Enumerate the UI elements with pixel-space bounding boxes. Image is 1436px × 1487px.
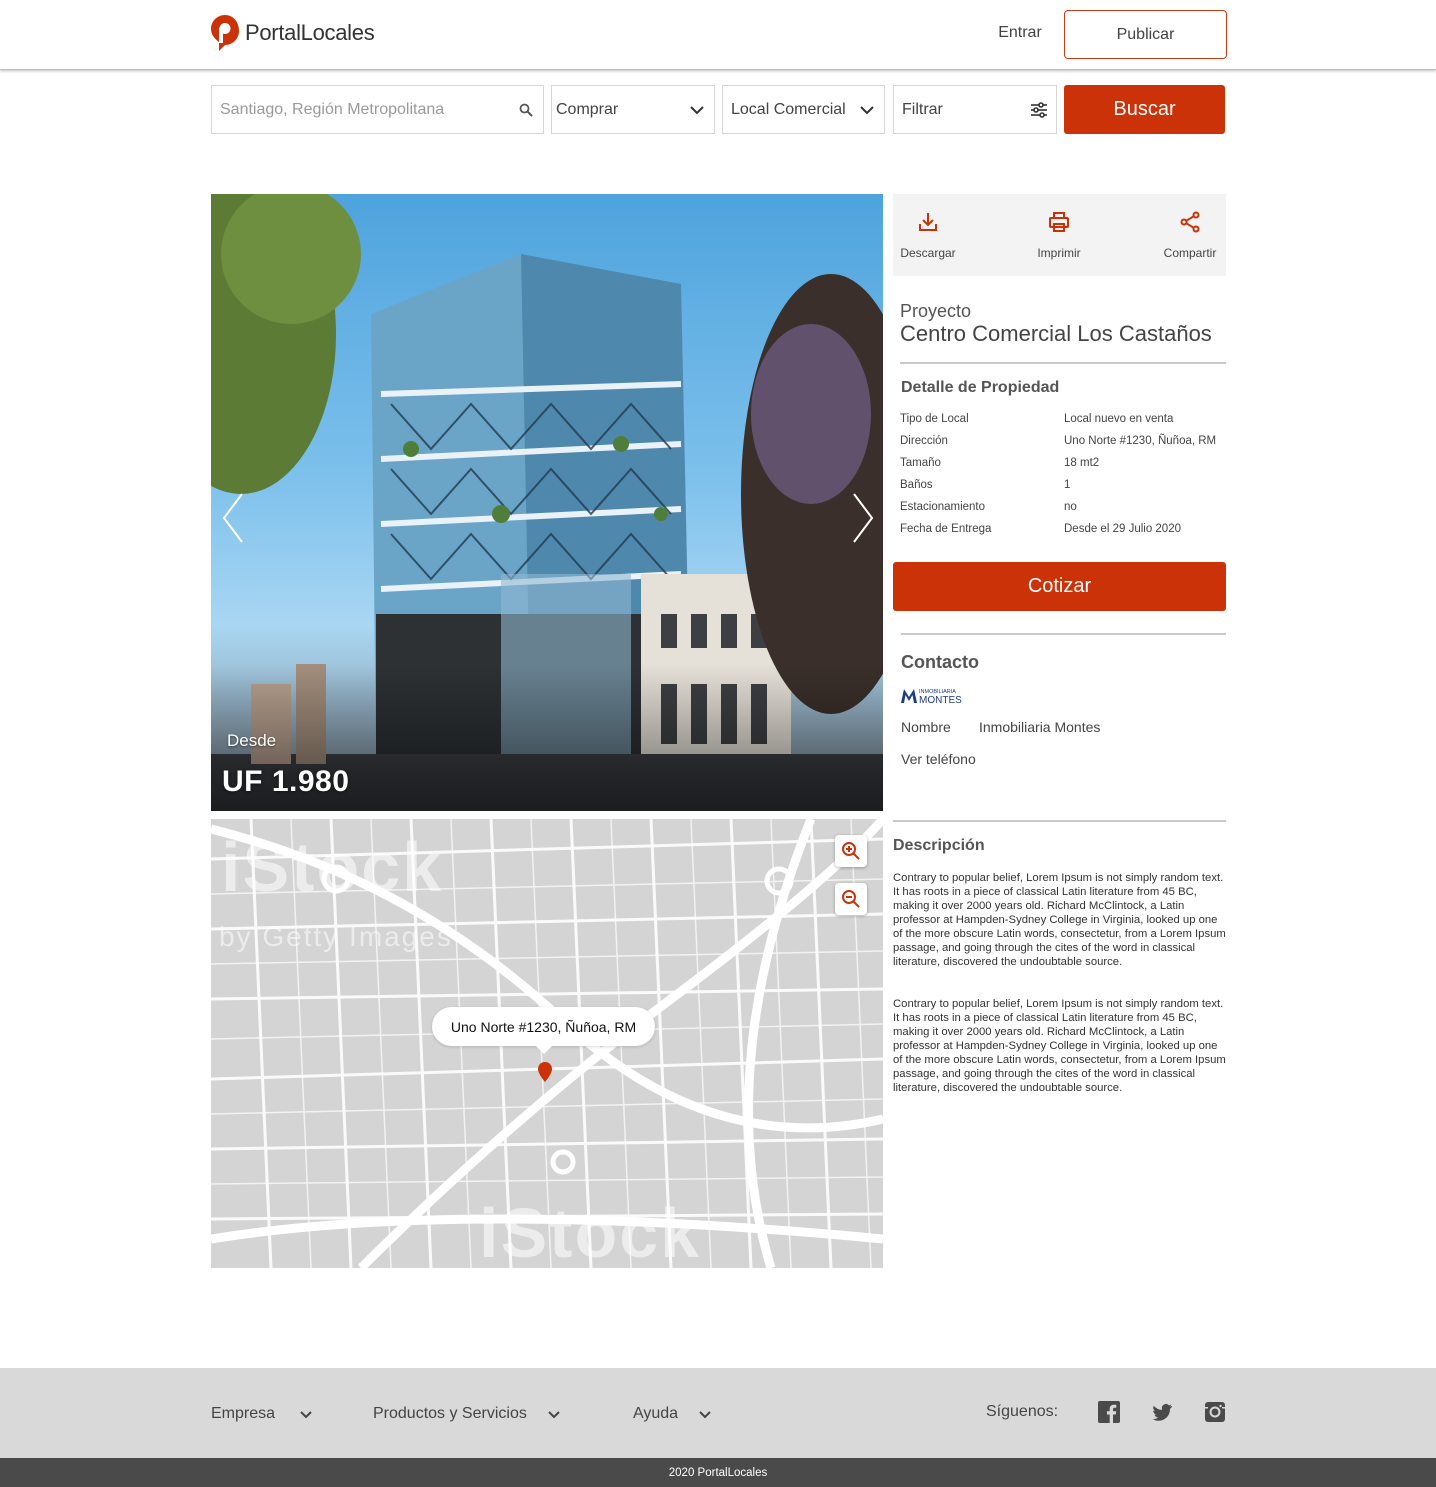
project-title: Centro Comercial Los Castaños [900,321,1212,346]
chevron-down-icon [688,101,706,119]
detail-row: Fecha de Entrega Desde el 29 Julio 2020 [900,523,1226,543]
contact-title: Contacto [901,652,979,672]
map-watermark: iStock [221,828,444,906]
portallocales-logo[interactable]: PortalLocales [211,15,375,51]
chevron-down-icon [858,101,876,119]
map-pin-icon[interactable] [538,1062,552,1082]
details-title: Detalle de Propiedad [901,379,1060,396]
zoom-out-icon [842,890,860,908]
detail-row: Dirección Uno Norte #1230, Ñuñoa, RM [900,435,1226,455]
map-watermark: iStock [479,1194,702,1268]
property-type-value: Local Comercial [731,100,846,118]
chevron-down-icon [699,1411,711,1419]
footer-menu-ayuda[interactable]: Ayuda [633,1405,712,1423]
show-phone-link[interactable]: Ver teléfono [901,751,976,767]
zoom-out-button[interactable] [835,883,867,915]
share-button[interactable]: Compartir [1160,194,1220,276]
location-pin-logo-icon [211,15,239,51]
detail-value: Uno Norte #1230, Ñuñoa, RM [1064,435,1217,447]
follow-label: Síguenos: [986,1403,1059,1420]
quote-button[interactable]: Cotizar [893,562,1226,611]
detail-key: Tamaño [900,457,941,469]
detail-key: Dirección [900,435,948,447]
project-label: Proyecto [900,301,972,321]
print-label: Imprimir [1037,246,1081,260]
map-address-bubble: Uno Norte #1230, Ñuñoa, RM [432,1007,655,1046]
print-button[interactable]: Imprimir [1029,194,1089,276]
search-icon [517,101,535,119]
divider [893,820,1226,822]
filter-button[interactable]: Filtrar [893,85,1057,134]
next-photo-icon[interactable] [848,490,878,546]
previous-photo-icon[interactable] [218,490,248,546]
instagram-icon[interactable] [1204,1401,1226,1423]
detail-value: 18 mt2 [1064,457,1100,469]
map-watermark-sub: by Getty Images [219,921,453,952]
listing-actions: Descargar Imprimir Compartir [893,194,1226,276]
building-illustration [211,194,883,811]
login-link[interactable]: Entrar [990,24,1050,42]
filter-label: Filtrar [902,100,943,118]
description-title: Descripción [893,837,985,854]
operation-select[interactable]: Comprar [551,85,715,134]
download-icon [919,213,937,231]
price-value: UF 1.980 [222,765,350,798]
search-button[interactable]: Buscar [1064,85,1225,134]
footer-menu-productos[interactable]: Productos y Servicios [373,1405,561,1423]
location-placeholder: Santiago, Región Metropolitana [220,100,445,118]
footer-menu-label: Empresa [211,1405,276,1422]
property-type-select[interactable]: Local Comercial [722,85,885,134]
description-paragraph: Contrary to popular belief, Lorem Ipsum … [893,872,1226,968]
detail-value: no [1064,501,1077,513]
detail-value: Desde el 29 Julio 2020 [1064,523,1181,535]
share-label: Compartir [1163,246,1217,260]
publish-button[interactable]: Publicar [1064,10,1227,59]
zoom-in-button[interactable] [835,835,867,867]
detail-value: 1 [1064,479,1071,491]
detail-key: Estacionamiento [900,501,986,513]
detail-row: Tipo de Local Local nuevo en venta [900,413,1226,433]
twitter-icon[interactable] [1151,1401,1173,1423]
detail-row: Baños 1 [900,479,1226,499]
divider [901,633,1226,635]
chevron-down-icon [300,1411,312,1419]
agency-logo-name: MONTES [919,695,962,706]
operation-value: Comprar [556,100,619,118]
footer-menu-label: Ayuda [633,1405,679,1422]
share-icon [1180,211,1200,233]
detail-key: Tipo de Local [900,413,969,425]
contact-name-value: Inmobiliaria Montes [979,719,1101,735]
property-photo[interactable] [211,194,883,811]
footer-menu-empresa[interactable]: Empresa [211,1405,313,1423]
download-label: Descargar [900,246,956,260]
agency-logo: INMOBILIARIA MONTES [900,686,972,706]
detail-key: Baños [900,479,933,491]
location-search-input[interactable]: Santiago, Región Metropolitana [211,85,544,134]
brand-name: PortalLocales [245,20,375,45]
footer-menu-label: Productos y Servicios [373,1405,527,1422]
detail-row: Tamaño 18 mt2 [900,457,1226,477]
sliders-icon [1030,101,1048,119]
zoom-in-icon [842,842,860,860]
divider [900,362,1226,364]
description-paragraph: Contrary to popular belief, Lorem Ipsum … [893,998,1226,1094]
price-label: Desde [227,731,277,750]
bubble-tail [535,1045,553,1054]
print-icon [1049,212,1069,232]
facebook-icon[interactable] [1098,1401,1120,1423]
contact-name-label: Nombre [901,719,951,735]
download-button[interactable]: Descargar [898,194,958,276]
detail-value: Local nuevo en venta [1064,413,1174,425]
copyright: 2020 PortalLocales [0,1458,1436,1487]
chevron-down-icon [548,1411,560,1419]
detail-row: Estacionamiento no [900,501,1226,521]
detail-key: Fecha de Entrega [900,523,992,535]
